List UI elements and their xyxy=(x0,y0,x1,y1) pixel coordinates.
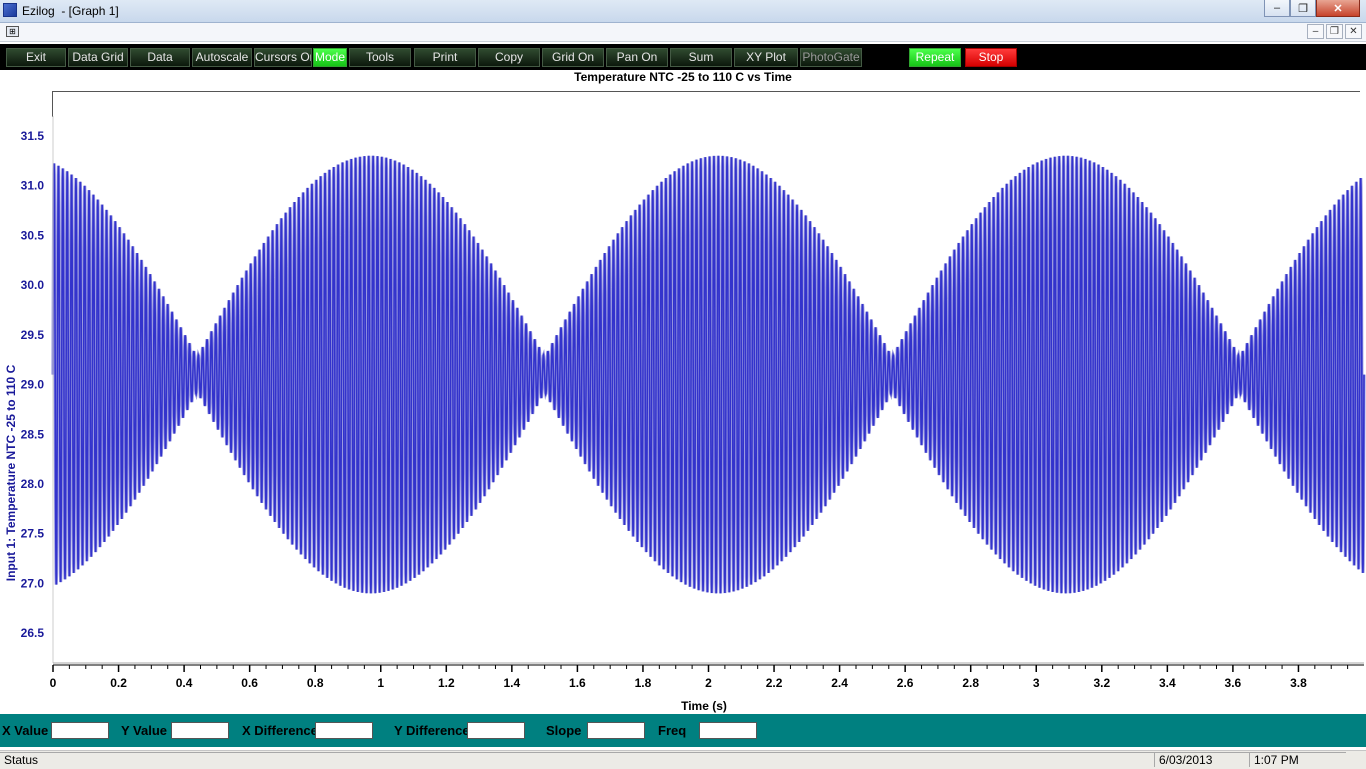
x-difference-field[interactable] xyxy=(315,722,373,739)
maximize-button[interactable]: ❐ xyxy=(1290,0,1316,17)
x-tick-label: 1 xyxy=(377,676,384,690)
y-tick-label: 30.0 xyxy=(21,278,45,292)
mdi-restore-button[interactable]: ❐ xyxy=(1326,24,1343,39)
x-tick-label: 3.2 xyxy=(1093,676,1110,690)
x-tick-label: 1.4 xyxy=(504,676,521,690)
x-tick-label: 3.4 xyxy=(1159,676,1176,690)
x-tick-label: 0.8 xyxy=(307,676,324,690)
x-tick-label: 3 xyxy=(1033,676,1040,690)
document-icon[interactable]: ⊞ xyxy=(6,26,19,37)
mdi-minimize-button[interactable]: – xyxy=(1307,24,1324,39)
y-tick-label: 31.5 xyxy=(21,129,45,143)
y-tick-label: 27.5 xyxy=(21,527,45,541)
chart-title: Temperature NTC -25 to 110 C vs Time xyxy=(574,70,792,84)
photogate-button[interactable]: PhotoGate xyxy=(800,48,862,67)
y-difference-label: Y Difference xyxy=(394,723,470,738)
repeat-button[interactable]: Repeat xyxy=(909,48,961,67)
x-tick-label: 1.6 xyxy=(569,676,586,690)
status-time: 1:07 PM xyxy=(1249,752,1346,767)
minimize-button[interactable]: – xyxy=(1264,0,1290,17)
mdi-controls: – ❐ ✕ xyxy=(1305,24,1362,39)
series-line-path xyxy=(52,155,1365,594)
sum-button[interactable]: Sum xyxy=(670,48,732,67)
x-tick-label: 0 xyxy=(50,676,57,690)
x-tick-label: 2 xyxy=(705,676,712,690)
x-difference-label: X Difference xyxy=(242,723,318,738)
x-value-label: X Value xyxy=(2,723,49,738)
y-tick-label: 26.5 xyxy=(21,626,45,640)
mdi-close-button[interactable]: ✕ xyxy=(1345,24,1362,39)
temperature-chart[interactable]: 26.5 27.0 27.5 28.0 28.5 29.0 29.5 30.0 30.5 31.0… xyxy=(0,88,1366,714)
status-date: 6/03/2013 xyxy=(1154,752,1249,767)
window-controls: – ❐ ✕ xyxy=(1264,0,1360,18)
x-axis-label: Time (s) xyxy=(681,699,727,713)
y-tick-label: 29.0 xyxy=(21,378,45,392)
cursors-on-button[interactable]: Cursors On xyxy=(254,48,312,67)
x-tick-label: 2.4 xyxy=(831,676,848,690)
window-title: Ezilog - [Graph 1] xyxy=(22,4,119,18)
series-line xyxy=(51,155,1366,594)
x-tick-label: 3.8 xyxy=(1290,676,1307,690)
close-button[interactable]: ✕ xyxy=(1316,0,1360,17)
y-axis: 26.5 27.0 27.5 28.0 28.5 29.0 29.5 30.0 30.5 31.0… xyxy=(21,116,54,663)
graph-toolbar: Exit Data Grid Data Autoscale Cursors On… xyxy=(0,44,1366,70)
autoscale-button[interactable]: Autoscale xyxy=(192,48,252,67)
x-tick-label: 2.2 xyxy=(766,676,783,690)
print-button[interactable]: Print xyxy=(414,48,476,67)
x-tick-label: 1.8 xyxy=(635,676,652,690)
y-tick-label: 27.0 xyxy=(21,576,45,590)
x-tick-label: 0.4 xyxy=(176,676,193,690)
x-tick-label: 3.6 xyxy=(1225,676,1242,690)
x-tick-label: 0.6 xyxy=(241,676,258,690)
data-grid-button[interactable]: Data Grid xyxy=(68,48,128,67)
freq-label: Freq xyxy=(658,723,687,738)
copy-button[interactable]: Copy xyxy=(478,48,540,67)
cursor-readout-panel: X Value Y Value X Difference Y Differenc… xyxy=(0,714,1366,747)
mode-button[interactable]: Mode xyxy=(313,48,347,67)
status-bar: Status 6/03/2013 1:07 PM xyxy=(0,750,1366,769)
x-tick-label: 2.6 xyxy=(897,676,914,690)
xy-plot-button[interactable]: XY Plot xyxy=(734,48,798,67)
y-tick-label: 28.0 xyxy=(21,477,45,491)
y-tick-label: 29.5 xyxy=(21,328,45,342)
x-tick-label: 0.2 xyxy=(110,676,127,690)
freq-field[interactable] xyxy=(699,722,757,739)
y-tick-label: 28.5 xyxy=(21,427,45,441)
y-axis-label: Input 1: Temperature NTC -25 to 110 C xyxy=(4,364,18,581)
x-value-field[interactable] xyxy=(51,722,109,739)
x-tick-label: 1.2 xyxy=(438,676,455,690)
window-titlebar: Ezilog - [Graph 1] – ❐ ✕ xyxy=(0,0,1366,23)
data-button[interactable]: Data xyxy=(130,48,190,67)
slope-field[interactable] xyxy=(587,722,645,739)
app-icon xyxy=(3,3,17,17)
exit-button[interactable]: Exit xyxy=(6,48,66,67)
mdi-bar: ⊞ – ❐ ✕ xyxy=(0,23,1366,42)
slope-label: Slope xyxy=(546,723,582,738)
y-value-label: Y Value xyxy=(121,723,168,738)
y-tick-label: 30.5 xyxy=(21,228,45,242)
status-text: Status xyxy=(0,752,1154,767)
x-tick-label: 2.8 xyxy=(962,676,979,690)
grid-on-button[interactable]: Grid On xyxy=(542,48,604,67)
y-tick-label: 31.0 xyxy=(21,179,45,193)
y-difference-field[interactable] xyxy=(467,722,525,739)
pan-on-button[interactable]: Pan On xyxy=(606,48,668,67)
y-value-field[interactable] xyxy=(171,722,229,739)
x-axis: 0 0.2 0.4 0.6 0.8 1 1.2 1.4 1.6 1.8 2 2.2 2.4 2.6 2.8 3… xyxy=(50,662,1364,690)
stop-button[interactable]: Stop xyxy=(965,48,1017,67)
tools-button[interactable]: Tools xyxy=(349,48,411,67)
